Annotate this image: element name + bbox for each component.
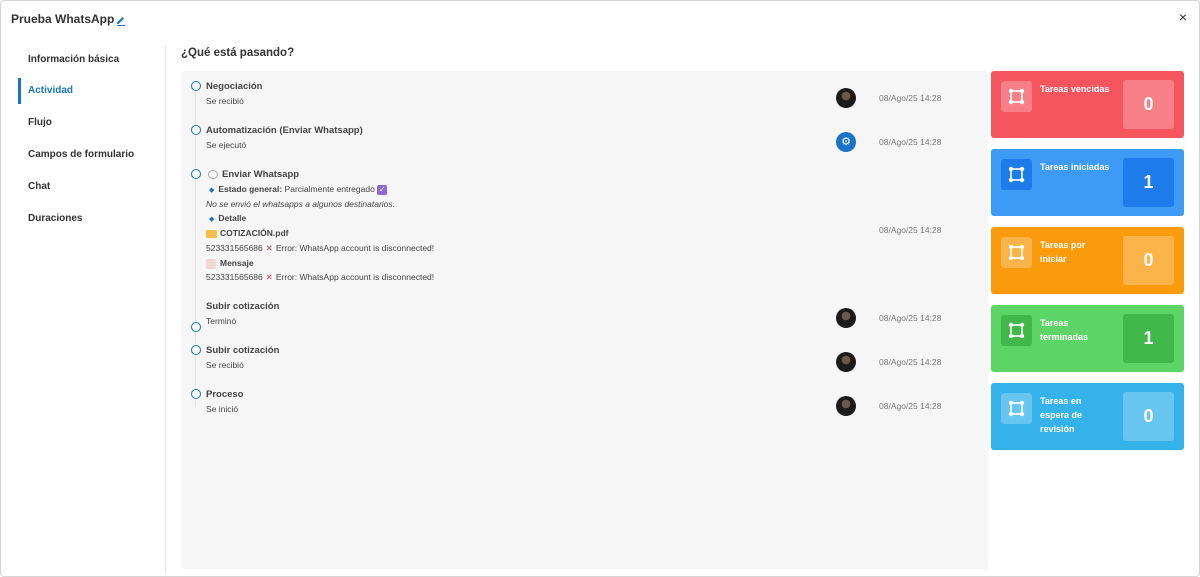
card-tareas-en-espera-de-revision[interactable]: Tareas en espera de revisión 0 (991, 383, 1184, 450)
card-count: 1 (1123, 158, 1174, 207)
modal-title: Prueba WhatsApp (11, 12, 115, 26)
card-label: Tareas iniciadas (1040, 162, 1110, 172)
event-time: 08/Ago/25 14:28 (879, 401, 942, 411)
avatar (836, 308, 856, 328)
estado-general: ◆ Estado general: Parcialmente entregado … (209, 184, 388, 195)
timeline-dot (191, 322, 201, 332)
sidebar-item-informacion-basica[interactable]: Información básica (18, 47, 158, 73)
message-icon (206, 258, 216, 269)
check-icon: ✓ (377, 184, 388, 195)
event-status: Se inició (206, 404, 239, 414)
sidebar: Información básica Actividad Flujo Campo… (1, 45, 166, 572)
mensaje-label: Mensaje (206, 258, 254, 269)
task-icon (1001, 159, 1032, 190)
error-x-icon: ✕ (265, 243, 273, 253)
avatar (836, 396, 856, 416)
card-tareas-iniciadas[interactable]: Tareas iniciadas 1 (991, 149, 1184, 216)
error-line: 523331565686 ✕ Error: WhatsApp account is … (206, 272, 435, 282)
task-icon (1001, 315, 1032, 346)
card-tareas-terminadas[interactable]: Tareas terminadas 1 (991, 305, 1184, 372)
avatar (836, 88, 856, 108)
event-status: Terminó (206, 316, 237, 326)
chat-bubble-icon (208, 169, 218, 179)
task-icon (1001, 81, 1032, 112)
event-status: Se ejecutó (206, 140, 247, 150)
event-time: 08/Ago/25 14:28 (879, 225, 942, 235)
event-time: 08/Ago/25 14:28 (879, 357, 942, 367)
sidebar-item-actividad[interactable]: Actividad (18, 78, 158, 104)
event-title: Negociación (206, 81, 263, 92)
event-title: Subir cotización (206, 345, 280, 356)
card-label: Tareas en espera de revisión (1040, 396, 1083, 434)
event-status: Se recibió (206, 96, 244, 106)
event-note: No se envió el whatsapps a algunos desti… (206, 199, 396, 209)
automation-icon: ⚙ (836, 132, 856, 152)
activity-feed[interactable]: Negociación Se recibió 08/Ago/25 14:28 A… (181, 71, 988, 569)
event-time: 08/Ago/25 14:28 (879, 93, 942, 103)
diamond-icon: ◆ (209, 216, 215, 223)
sidebar-item-duraciones[interactable]: Duraciones (18, 206, 158, 232)
card-count: 0 (1123, 236, 1174, 285)
event-title: Subir cotización (206, 301, 280, 312)
card-count: 0 (1123, 392, 1174, 441)
modal: Prueba WhatsApp × Información básica Act… (0, 0, 1200, 577)
card-tareas-por-iniciar[interactable]: Tareas por iniciar 0 (991, 227, 1184, 294)
timeline-dot (191, 125, 201, 135)
sidebar-item-flujo[interactable]: Flujo (18, 110, 158, 136)
event-time: 08/Ago/25 14:28 (879, 137, 942, 147)
avatar (836, 352, 856, 372)
card-label: Tareas terminadas (1040, 318, 1089, 342)
card-tareas-vencidas[interactable]: Tareas vencidas 0 (991, 71, 1184, 138)
card-label: Tareas por iniciar (1040, 240, 1086, 264)
error-x-icon: ✕ (265, 272, 273, 282)
event-status: Se recibió (206, 360, 244, 370)
modal-header: Prueba WhatsApp × (1, 1, 1199, 37)
file-attachment[interactable]: COTIZACIÓN.pdf (206, 228, 288, 238)
card-count: 0 (1123, 80, 1174, 129)
timeline-dot (191, 345, 201, 355)
timeline-dot (191, 389, 201, 399)
event-time: 08/Ago/25 14:28 (879, 313, 942, 323)
task-icon (1001, 237, 1032, 268)
timeline-dot (191, 81, 201, 91)
sidebar-item-chat[interactable]: Chat (18, 174, 158, 200)
task-icon (1001, 393, 1032, 424)
timeline-dot (191, 169, 201, 179)
close-button[interactable]: × (1179, 9, 1187, 25)
detalle-label: ◆ Detalle (209, 213, 247, 223)
card-label: Tareas vencidas (1040, 84, 1110, 94)
sidebar-item-campos-de-formulario[interactable]: Campos de formulario (18, 142, 158, 168)
event-title: Automatización (Enviar Whatsapp) (206, 125, 363, 136)
error-line: 523331565686 ✕ Error: WhatsApp account is … (206, 243, 435, 253)
activity-heading: ¿Qué está pasando? (181, 47, 295, 59)
edit-icon[interactable] (115, 13, 127, 26)
event-title: Enviar Whatsapp (206, 169, 299, 180)
event-title: Proceso (206, 389, 244, 400)
folder-icon (206, 229, 217, 238)
card-count: 1 (1123, 314, 1174, 363)
diamond-icon: ◆ (209, 187, 215, 194)
